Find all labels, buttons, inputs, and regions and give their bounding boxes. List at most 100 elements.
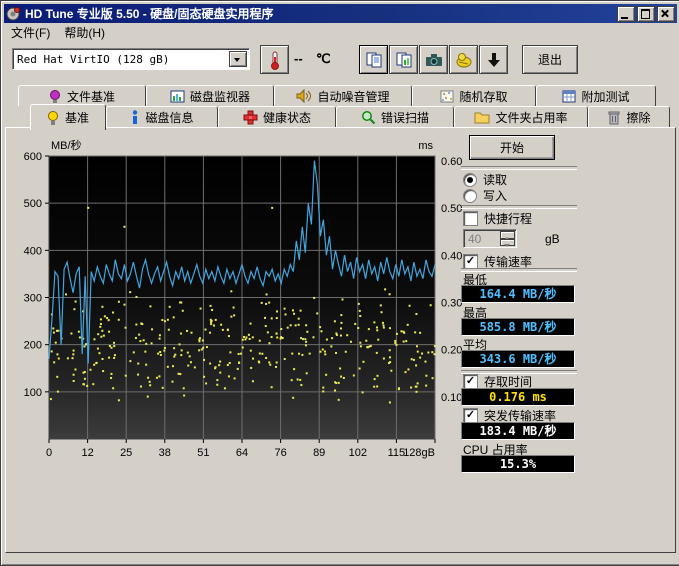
svg-text:25: 25 bbox=[120, 447, 132, 459]
tab-benchmark[interactable]: 基准 bbox=[30, 104, 106, 130]
svg-text:38: 38 bbox=[159, 447, 171, 459]
svg-text:MB/秒: MB/秒 bbox=[51, 138, 82, 152]
benchmark-chart-svg: 6000.605000.504000.403000.302000.201000.… bbox=[1, 131, 475, 479]
menu-help[interactable]: 帮助(H) bbox=[57, 22, 112, 43]
drive-select[interactable]: Red Hat VirtIO (128 gB) bbox=[12, 48, 250, 70]
trash-icon bbox=[607, 110, 621, 125]
spinner-buttons[interactable] bbox=[500, 231, 515, 246]
benchmark-controls: 开始 读取 写入 快捷行程 40 gB ✓ 传输速率 最低 164.4 MB/秒… bbox=[453, 133, 673, 473]
menu-bar: 文件(F) 帮助(H) bbox=[4, 23, 677, 42]
svg-text:76: 76 bbox=[274, 447, 286, 459]
checkbox-icon: ✓ bbox=[463, 374, 478, 389]
svg-text:300: 300 bbox=[24, 293, 42, 305]
benchmark-chart: 6000.605000.504000.403000.302000.201000.… bbox=[1, 131, 475, 479]
copy-image-icon bbox=[395, 51, 413, 69]
cpu-usage-display: 15.3% bbox=[461, 455, 575, 473]
window-title: HD Tune 专业版 5.50 - 硬盘/固态硬盘实用程序 bbox=[25, 5, 273, 22]
tab-row-secondary: 文件基准 磁盘监视器 自动噪音管理 随机存取 附加测试 bbox=[4, 85, 677, 106]
checkbox-icon bbox=[463, 211, 478, 226]
screenshot-button[interactable] bbox=[419, 45, 448, 74]
checkbox-icon: ✓ bbox=[463, 254, 478, 269]
temperature-button[interactable] bbox=[260, 45, 289, 74]
tab-extra-tests[interactable]: 附加测试 bbox=[536, 85, 656, 106]
temperature-unit: ℃ bbox=[316, 51, 331, 67]
tab-label: 附加测试 bbox=[581, 88, 629, 105]
donate-hand-icon bbox=[454, 51, 474, 69]
maximize-button[interactable] bbox=[637, 6, 655, 22]
app-window: HD Tune 专业版 5.50 - 硬盘/固态硬盘实用程序 文件(F) 帮助(… bbox=[0, 0, 679, 566]
tab-label: 文件基准 bbox=[67, 88, 115, 105]
copy-text-button[interactable] bbox=[359, 45, 388, 74]
tab-label: 自动噪音管理 bbox=[317, 88, 389, 105]
tab-folder-usage[interactable]: 文件夹占用率 bbox=[454, 106, 588, 128]
info-icon bbox=[130, 110, 140, 125]
tab-health[interactable]: 健康状态 bbox=[218, 106, 336, 128]
svg-text:51: 51 bbox=[197, 447, 209, 459]
burst-rate-display: 183.4 MB/秒 bbox=[461, 422, 575, 440]
short-stroke-checkbox[interactable]: 快捷行程 bbox=[463, 210, 532, 227]
drive-select-value: Red Hat VirtIO (128 gB) bbox=[17, 53, 169, 66]
tab-label: 基准 bbox=[65, 109, 89, 126]
tab-label: 随机存取 bbox=[459, 88, 507, 105]
separator bbox=[461, 205, 577, 209]
svg-text:500: 500 bbox=[24, 198, 42, 210]
copy-icon bbox=[365, 51, 383, 69]
tab-label: 健康状态 bbox=[263, 109, 311, 126]
radio-icon bbox=[463, 173, 477, 187]
write-radio[interactable]: 写入 bbox=[463, 187, 507, 204]
tab-disk-info[interactable]: 磁盘信息 bbox=[106, 106, 218, 128]
title-bar: HD Tune 专业版 5.50 - 硬盘/固态硬盘实用程序 bbox=[4, 4, 677, 23]
read-radio[interactable]: 读取 bbox=[463, 171, 507, 188]
menu-file[interactable]: 文件(F) bbox=[4, 22, 57, 43]
spin-up-icon[interactable] bbox=[500, 231, 515, 239]
copy-image-button[interactable] bbox=[389, 45, 418, 74]
svg-text:12: 12 bbox=[81, 447, 93, 459]
min-value-display: 164.4 MB/秒 bbox=[461, 285, 575, 303]
close-button[interactable] bbox=[657, 6, 675, 22]
health-cross-icon bbox=[243, 110, 258, 125]
start-button[interactable]: 开始 bbox=[469, 135, 555, 160]
exit-button[interactable]: 退出 bbox=[522, 45, 578, 74]
disk-monitor-icon bbox=[170, 90, 185, 103]
tab-erase[interactable]: 擦除 bbox=[588, 106, 670, 128]
short-stroke-size-input[interactable]: 40 bbox=[463, 229, 517, 248]
toolbar: Red Hat VirtIO (128 gB) -- ℃ bbox=[4, 42, 677, 78]
tab-label: 磁盘监视器 bbox=[190, 88, 250, 105]
svg-text:100: 100 bbox=[24, 387, 42, 399]
tab-random-access[interactable]: 随机存取 bbox=[412, 85, 536, 106]
svg-text:89: 89 bbox=[313, 447, 325, 459]
thermometer-icon bbox=[266, 50, 284, 70]
svg-text:128gB: 128gB bbox=[403, 447, 435, 459]
random-access-icon bbox=[440, 90, 454, 103]
tab-label: 文件夹占用率 bbox=[495, 109, 567, 126]
svg-text:0: 0 bbox=[46, 447, 52, 459]
folder-icon bbox=[474, 111, 490, 124]
exit-button-label: 退出 bbox=[538, 51, 562, 68]
donate-button[interactable] bbox=[449, 45, 478, 74]
avg-value-display: 343.6 MB/秒 bbox=[461, 350, 575, 368]
screenshot-camera-icon bbox=[424, 51, 444, 69]
minimize-button[interactable] bbox=[617, 6, 635, 22]
write-radio-label: 写入 bbox=[483, 187, 507, 204]
save-button[interactable] bbox=[479, 45, 508, 74]
tab-aam[interactable]: 自动噪音管理 bbox=[274, 85, 412, 106]
spin-down-icon[interactable] bbox=[500, 239, 515, 247]
tab-disk-monitor[interactable]: 磁盘监视器 bbox=[146, 85, 274, 106]
chevron-down-icon[interactable] bbox=[229, 51, 247, 67]
start-button-label: 开始 bbox=[500, 139, 524, 156]
short-stroke-unit: gB bbox=[545, 232, 560, 246]
svg-text:200: 200 bbox=[24, 340, 42, 352]
tab-row-primary: 基准 磁盘信息 健康状态 错误扫描 文件夹占用率 擦除 bbox=[4, 106, 677, 128]
svg-text:102: 102 bbox=[349, 447, 367, 459]
read-radio-label: 读取 bbox=[483, 171, 507, 188]
svg-text:400: 400 bbox=[24, 245, 42, 257]
file-benchmark-icon bbox=[49, 89, 62, 104]
tab-error-scan[interactable]: 错误扫描 bbox=[336, 106, 454, 128]
tab-file-benchmark[interactable]: 文件基准 bbox=[18, 85, 146, 106]
tab-label: 磁盘信息 bbox=[145, 109, 193, 126]
checkbox-icon: ✓ bbox=[463, 408, 478, 423]
short-stroke-label: 快捷行程 bbox=[484, 210, 532, 227]
minimize-icon bbox=[621, 17, 628, 19]
close-icon bbox=[661, 10, 669, 17]
speaker-icon bbox=[296, 89, 312, 103]
